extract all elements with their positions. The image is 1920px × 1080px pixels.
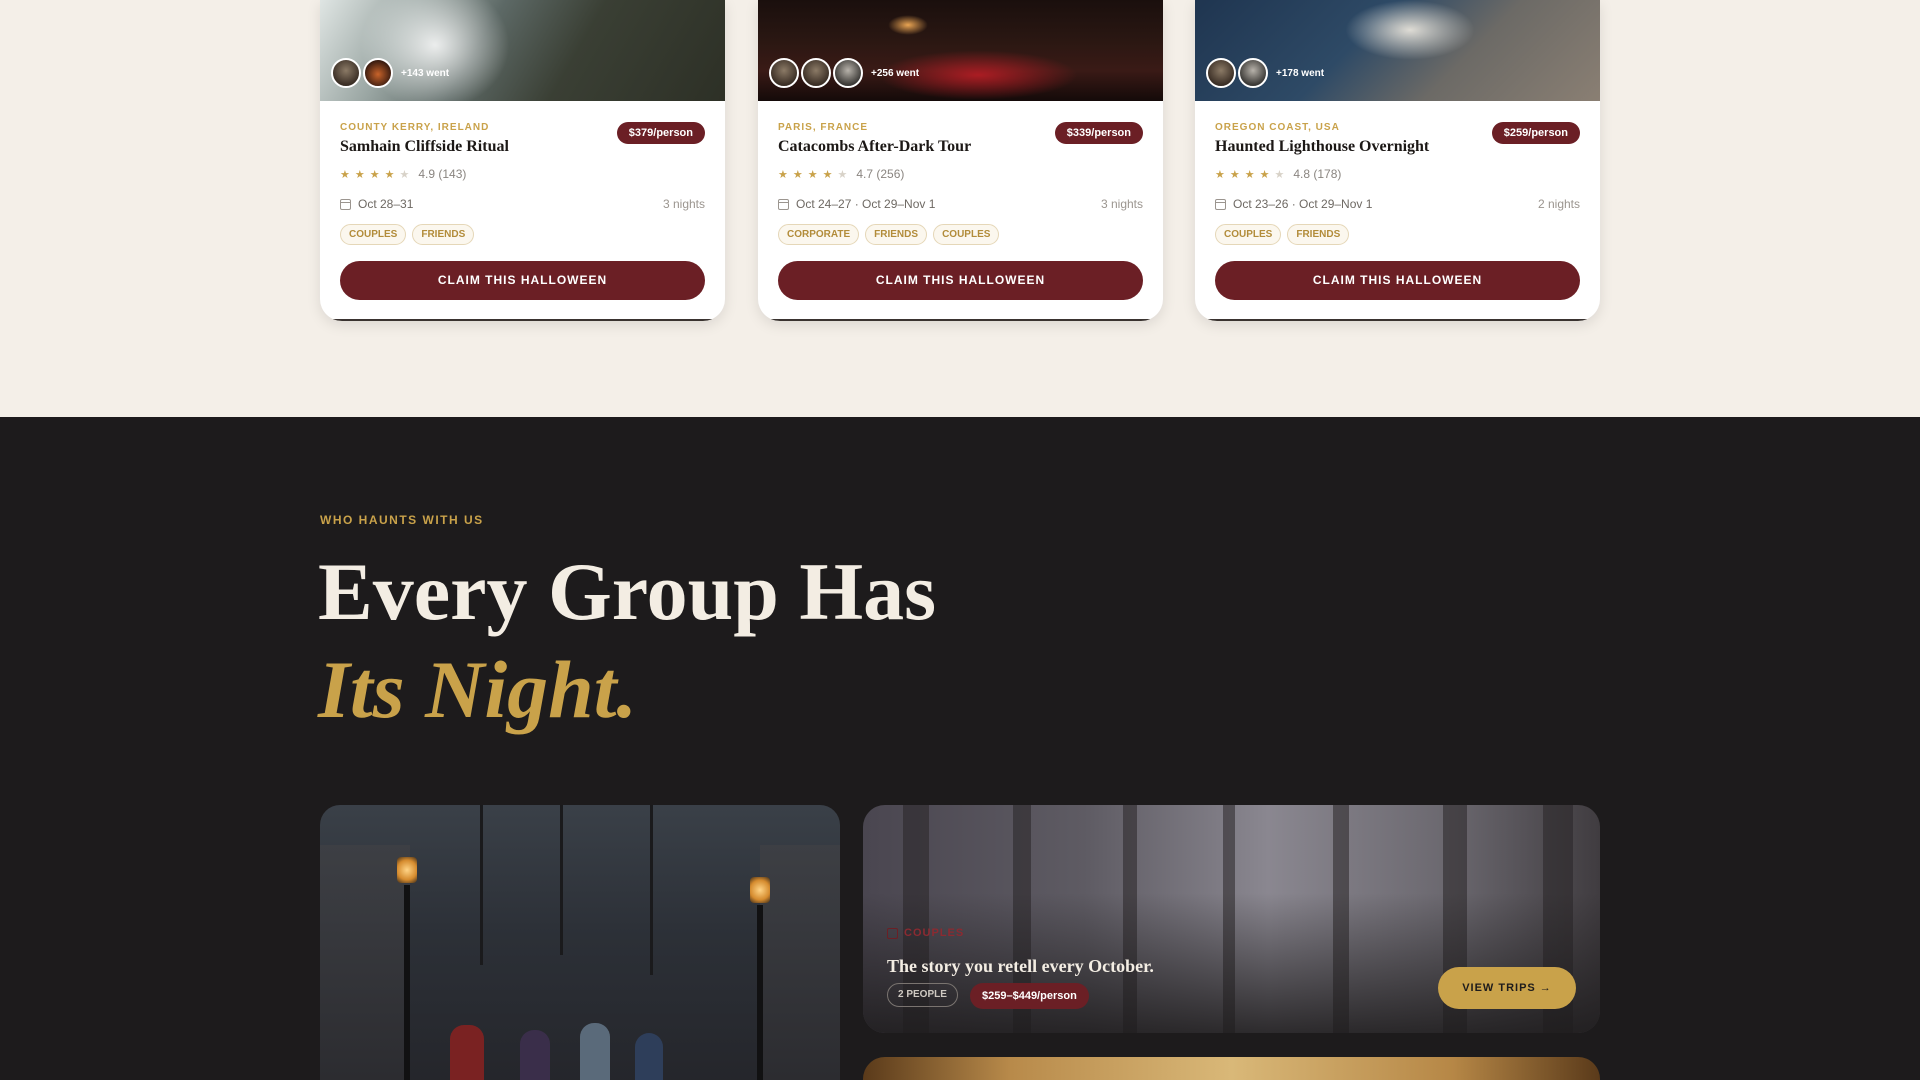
tree (650, 805, 653, 975)
tag-corporate: CORPORATE (778, 224, 860, 245)
lamp-post (757, 905, 763, 1080)
price-badge: $259/person (1491, 122, 1580, 144)
trip-dates-text: Oct 23–26 · Oct 29–Nov 1 (1233, 197, 1373, 211)
avatar (801, 58, 831, 88)
claim-button[interactable]: CLAIM THIS HALLOWEEN (340, 261, 705, 300)
tree (480, 805, 483, 965)
lamp-post (404, 885, 410, 1080)
trip-nights: 2 nights (1537, 197, 1580, 211)
trip-image-paris: +256 went (758, 0, 1163, 101)
trip-tags: COUPLES FRIENDS (1215, 224, 1355, 245)
calendar-icon (1215, 198, 1226, 210)
tag-friends: FRIENDS (1287, 224, 1350, 245)
trip-tags: CORPORATE FRIENDS COUPLES (778, 224, 1005, 245)
trip-dates-text: Oct 28–31 (358, 197, 414, 211)
tag-friends: FRIENDS (412, 224, 475, 245)
avatar (331, 58, 361, 88)
avatar (363, 58, 393, 88)
section-eyebrow: WHO HAUNTS WITH US (320, 513, 484, 527)
group-size-pill: 2 PEOPLE (887, 983, 958, 1007)
went-count: +178 went (1276, 67, 1325, 79)
tag-couples: COUPLES (933, 224, 1000, 245)
trip-tags: COUPLES FRIENDS (340, 224, 480, 245)
tag-friends: FRIENDS (865, 224, 928, 245)
tag-couples: COUPLES (1215, 224, 1282, 245)
trip-nights: 3 nights (662, 197, 705, 211)
trip-location: OREGON COAST, USA (1215, 122, 1340, 133)
trip-card-paris[interactable]: +256 went PARIS, FRANCE $339/person Cata… (758, 0, 1163, 321)
star-rating-icon: ★★★★★ (1215, 168, 1290, 181)
child-costume (450, 1025, 484, 1080)
group-story: The story you retell every October. (887, 956, 1154, 976)
went-count: +256 went (871, 67, 920, 79)
rating-value: 4.9 (143) (418, 167, 467, 181)
travelers-went: +143 went (331, 58, 449, 88)
view-trips-button[interactable]: VIEW TRIPS → (1438, 967, 1576, 1009)
lamp-icon (397, 857, 417, 883)
trip-dates: Oct 23–26 · Oct 29–Nov 1 (1215, 197, 1372, 211)
lamp-icon (750, 877, 770, 903)
avatar (1206, 58, 1236, 88)
child-costume (635, 1033, 663, 1080)
child-costume (580, 1023, 610, 1080)
trip-cards-section: +143 went COUNTY KERRY, IRELAND $379/per… (0, 0, 1920, 417)
card-divider (320, 319, 725, 321)
claim-button[interactable]: CLAIM THIS HALLOWEEN (1215, 261, 1580, 300)
trip-location: PARIS, FRANCE (778, 122, 869, 133)
trip-dates-text: Oct 24–27 · Oct 29–Nov 1 (796, 197, 936, 211)
section-heading-accent: Its Night. (318, 644, 637, 735)
avatar (769, 58, 799, 88)
rating-value: 4.7 (256) (856, 167, 905, 181)
heart-icon (887, 927, 898, 939)
groups-section: WHO HAUNTS WITH US Every Group Has Its N… (0, 417, 1920, 1080)
travelers-went: +256 went (769, 58, 919, 88)
trip-rating: ★★★★★ 4.8 (178) (1215, 167, 1341, 181)
section-heading: Every Group Has (318, 546, 937, 637)
group-card-couples[interactable]: COUPLES The story you retell every Octob… (863, 805, 1600, 1033)
price-badge: $339/person (1054, 122, 1143, 144)
went-count: +143 went (401, 67, 450, 79)
group-category-label: COUPLES (904, 927, 965, 939)
trip-title[interactable]: Catacombs After-Dark Tour (778, 138, 971, 156)
star-rating-icon: ★★★★★ (778, 168, 853, 181)
card-divider (758, 319, 1163, 321)
tag-couples: COUPLES (340, 224, 407, 245)
avatar (1238, 58, 1268, 88)
calendar-icon (778, 198, 789, 210)
calendar-icon (340, 198, 351, 210)
trip-nights: 3 nights (1100, 197, 1143, 211)
trip-rating: ★★★★★ 4.7 (256) (778, 167, 904, 181)
claim-button[interactable]: CLAIM THIS HALLOWEEN (778, 261, 1143, 300)
rating-value: 4.8 (178) (1293, 167, 1342, 181)
trip-title[interactable]: Samhain Cliffside Ritual (340, 138, 509, 156)
trip-image-kerry: +143 went (320, 0, 725, 101)
trip-card-oregon[interactable]: +178 went OREGON COAST, USA $259/person … (1195, 0, 1600, 321)
trip-dates: Oct 24–27 · Oct 29–Nov 1 (778, 197, 935, 211)
card-divider (1195, 319, 1600, 321)
group-price-pill: $259–$449/person (970, 983, 1089, 1009)
trip-location: COUNTY KERRY, IRELAND (340, 122, 490, 133)
house-right (760, 845, 840, 1080)
trip-rating: ★★★★★ 4.9 (143) (340, 167, 466, 181)
trip-image-oregon: +178 went (1195, 0, 1600, 101)
price-badge: $379/person (616, 122, 705, 144)
avatar (833, 58, 863, 88)
star-rating-icon: ★★★★★ (340, 168, 415, 181)
group-card-corporate[interactable] (863, 1057, 1600, 1080)
trip-dates: Oct 28–31 (340, 197, 413, 211)
trip-card-kerry[interactable]: +143 went COUNTY KERRY, IRELAND $379/per… (320, 0, 725, 321)
trip-title[interactable]: Haunted Lighthouse Overnight (1215, 138, 1429, 156)
group-photo-families[interactable] (320, 805, 840, 1080)
group-category: COUPLES (887, 927, 964, 939)
travelers-went: +178 went (1206, 58, 1324, 88)
child-costume (520, 1030, 550, 1080)
tree (560, 805, 563, 955)
